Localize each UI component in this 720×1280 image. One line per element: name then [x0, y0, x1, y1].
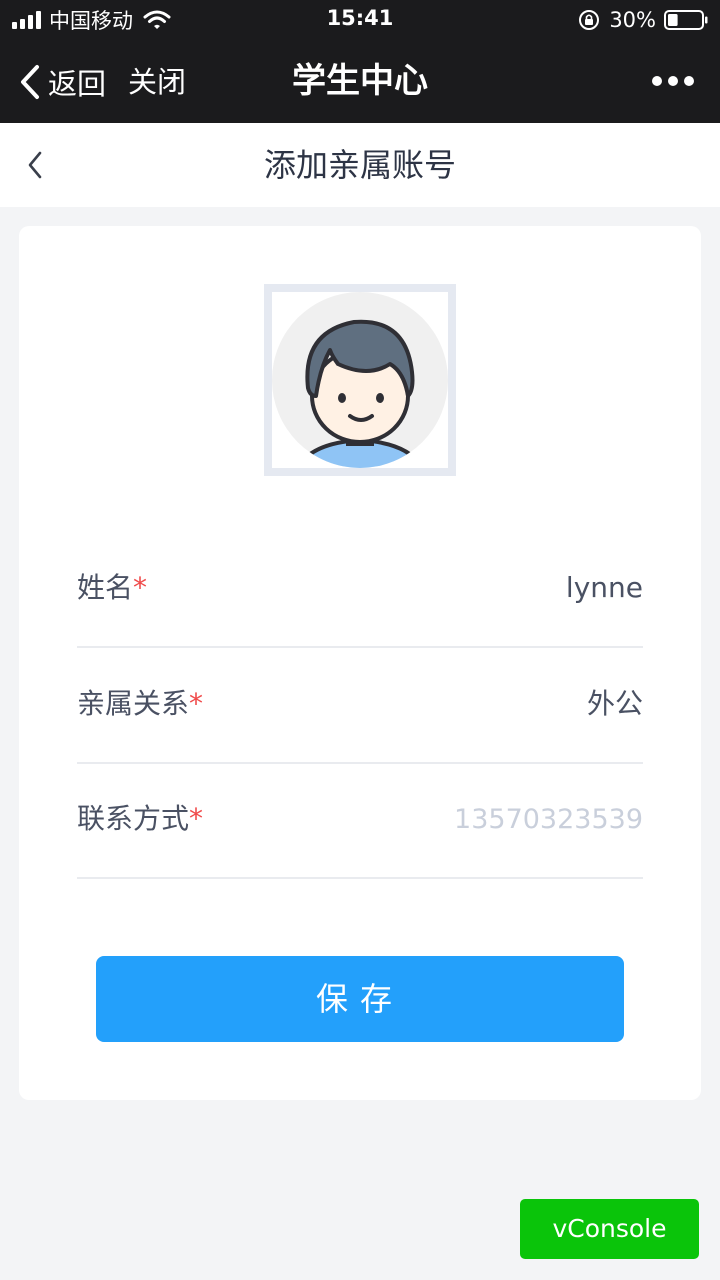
- relation-row: 亲属关系* 外公: [77, 648, 643, 764]
- name-label: 姓名*: [77, 571, 148, 604]
- save-button[interactable]: 保存: [96, 956, 624, 1042]
- more-icon[interactable]: [652, 74, 694, 88]
- relation-label: 亲属关系*: [77, 687, 204, 720]
- name-row: 姓名* lynne: [77, 532, 643, 648]
- vconsole-button[interactable]: vConsole: [520, 1199, 699, 1259]
- user-avatar-icon: [272, 292, 448, 468]
- page-header: 添加亲属账号: [0, 123, 720, 207]
- contact-input[interactable]: [343, 797, 643, 841]
- contact-row: 联系方式*: [77, 763, 643, 879]
- status-right: 30%: [577, 6, 708, 34]
- nav-title: 学生中心: [292, 61, 428, 101]
- avatar[interactable]: [264, 284, 456, 476]
- avatar-image: [272, 292, 448, 468]
- page-title: 添加亲属账号: [263, 146, 456, 184]
- nav-bar: 返回 关闭 学生中心: [0, 40, 720, 123]
- required-mark: *: [189, 802, 204, 835]
- required-mark: *: [133, 571, 148, 604]
- required-mark: *: [189, 687, 204, 720]
- form-card: 姓名* lynne 亲属关系* 外公 联系方式* 保存: [19, 226, 701, 1100]
- contact-label: 联系方式*: [77, 802, 204, 835]
- orientation-lock-icon: [579, 10, 600, 30]
- battery-percent: 30%: [609, 8, 656, 32]
- status-bar: 中国移动 15:41 30%: [0, 0, 720, 40]
- battery-icon: [664, 10, 708, 30]
- relation-value[interactable]: 外公: [587, 684, 643, 724]
- name-value[interactable]: lynne: [566, 568, 643, 608]
